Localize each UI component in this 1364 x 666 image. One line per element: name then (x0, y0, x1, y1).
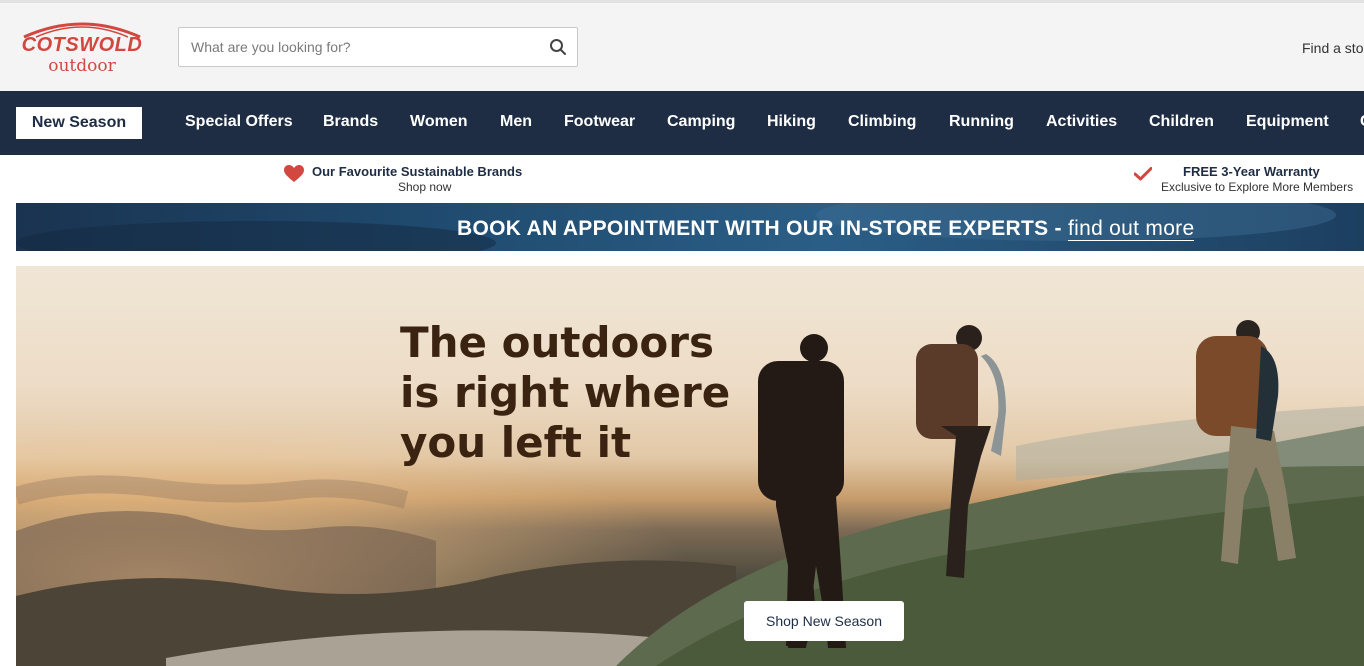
logo-wordmark-bottom: outdoor (48, 56, 116, 76)
nav-item-special-offers[interactable]: Special Offers (185, 113, 293, 131)
usp-title: FREE 3-Year Warranty (1183, 164, 1320, 179)
nav-item-clipped[interactable]: C (1360, 113, 1364, 131)
nav-item-climbing[interactable]: Climbing (848, 113, 916, 131)
nav-item-new-season[interactable]: New Season (16, 107, 142, 139)
logo-wordmark-top: COTSWOLD (21, 34, 143, 56)
hero-headline: The outdoors is right where you left it (400, 318, 760, 468)
hero-headline-line: you left it (400, 418, 632, 467)
nav-item-footwear[interactable]: Footwear (564, 113, 635, 131)
banner-message: BOOK AN APPOINTMENT WITH OUR IN-STORE EX… (457, 217, 1068, 240)
banner-text: BOOK AN APPOINTMENT WITH OUR IN-STORE EX… (457, 217, 1195, 241)
find-out-more-link[interactable]: find out more (1067, 217, 1195, 241)
checkmark-icon (1134, 167, 1152, 181)
shop-new-season-button[interactable]: Shop New Season (744, 601, 904, 641)
nav-item-children[interactable]: Children (1149, 113, 1214, 131)
cotswold-logo[interactable]: COTSWOLD outdoor (16, 17, 148, 79)
hero-headline-line: The outdoors (400, 318, 714, 367)
nav-item-running[interactable]: Running (949, 113, 1014, 131)
nav-item-activities[interactable]: Activities (1046, 113, 1117, 131)
hero-banner: The outdoors is right where you left it … (16, 266, 1364, 666)
heart-icon (284, 165, 304, 182)
search-box (178, 27, 578, 67)
nav-item-brands[interactable]: Brands (323, 113, 378, 131)
nav-item-equipment[interactable]: Equipment (1246, 113, 1329, 131)
usp-subtitle: Exclusive to Explore More Members (1161, 180, 1354, 194)
main-navigation: New Season Special Offers Brands Women M… (0, 91, 1364, 155)
search-input[interactable] (179, 28, 539, 66)
usp-title: Our Favourite Sustainable Brands (312, 164, 523, 179)
nav-item-hiking[interactable]: Hiking (767, 113, 816, 131)
nav-item-men[interactable]: Men (500, 113, 532, 131)
appointment-banner[interactable]: BOOK AN APPOINTMENT WITH OUR IN-STORE EX… (16, 203, 1364, 251)
nav-item-women[interactable]: Women (410, 113, 467, 131)
find-a-store-link[interactable]: Find a sto (1302, 40, 1363, 56)
search-icon (550, 39, 566, 55)
search-button[interactable] (549, 38, 567, 56)
usp-subtitle[interactable]: Shop now (398, 180, 451, 194)
hero-headline-line: is right where (400, 368, 731, 417)
nav-item-camping[interactable]: Camping (667, 113, 735, 131)
site-header: COTSWOLD outdoor Find a sto (0, 3, 1364, 91)
